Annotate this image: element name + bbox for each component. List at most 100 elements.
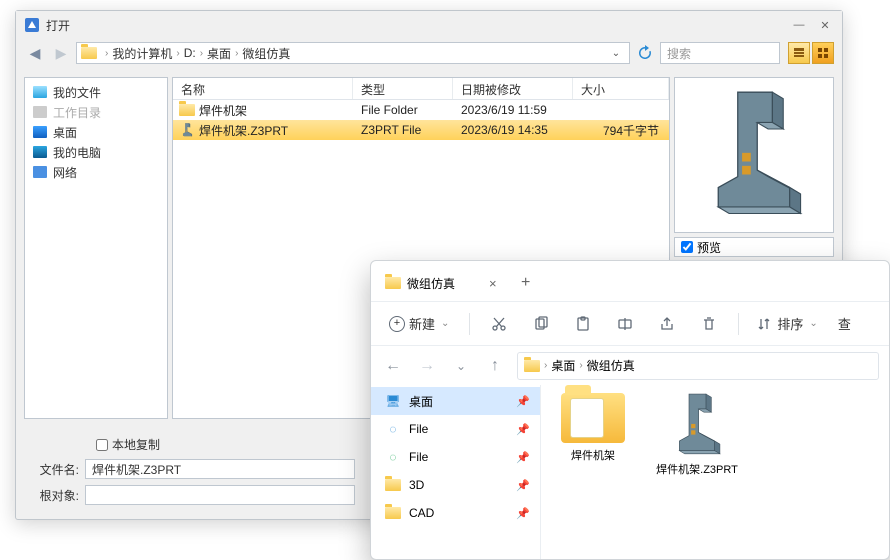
- share-button[interactable]: [648, 308, 686, 340]
- folder-icon: [385, 507, 401, 519]
- places-item[interactable]: 网络: [25, 162, 167, 182]
- explorer-sidebar-item[interactable]: 3D 📌: [371, 471, 540, 499]
- sidebar-item-label: 3D: [409, 478, 424, 492]
- places-item[interactable]: 我的文件: [25, 82, 167, 102]
- part-icon: [665, 393, 729, 457]
- explorer-toolbar: + 新建 ⌄ 排序 ⌄ 查: [371, 301, 889, 345]
- breadcrumb-segment[interactable]: 我的计算机: [112, 45, 172, 62]
- preview-thumbnail: [674, 77, 834, 233]
- file-row[interactable]: 焊件机架File Folder2023/6/19 11:59: [173, 100, 669, 120]
- explorer-sidebar-item[interactable]: ◌File📌: [371, 415, 540, 443]
- place-label: 我的电脑: [53, 144, 101, 161]
- search-input[interactable]: 搜索: [660, 42, 780, 64]
- places-item[interactable]: 桌面: [25, 122, 167, 142]
- sidebar-item-label: File: [409, 450, 428, 464]
- place-label: 桌面: [53, 124, 77, 141]
- part-icon: [179, 123, 195, 137]
- explorer-content[interactable]: 焊件机架焊件机架.Z3PRT: [541, 385, 889, 559]
- view-button[interactable]: 查: [830, 308, 853, 340]
- file-icon: ◌: [385, 450, 401, 464]
- explorer-tabstrip: 微组仿真 × +: [371, 261, 889, 301]
- file-name: 焊件机架.Z3PRT: [199, 122, 288, 139]
- explorer-sidebar-item[interactable]: 🖥桌面📌: [371, 387, 540, 415]
- breadcrumb-segment[interactable]: 桌面: [551, 357, 575, 374]
- address-bar[interactable]: › 我的计算机 › D: › 桌面 › 微组仿真 ⌄: [76, 42, 630, 64]
- preview-label: 预览: [697, 239, 721, 256]
- sidebar-item-label: File: [409, 422, 428, 436]
- nav-back-button[interactable]: ←: [381, 354, 405, 378]
- sort-button[interactable]: 排序 ⌄: [749, 308, 825, 340]
- dialog-places-sidebar: 我的文件工作目录桌面我的电脑网络: [24, 77, 168, 419]
- cut-button[interactable]: [480, 308, 518, 340]
- paste-button[interactable]: [564, 308, 602, 340]
- preview-checkbox[interactable]: [681, 241, 693, 253]
- nav-forward-button[interactable]: ▶: [50, 42, 72, 64]
- nav-up-button[interactable]: ↑: [483, 354, 507, 378]
- explorer-nav-row: ← → ⌄ ↑ › 桌面 › 微组仿真: [371, 345, 889, 385]
- dialog-title: 打开: [46, 17, 790, 34]
- new-tab-button[interactable]: +: [511, 274, 541, 292]
- file-date: 2023/6/19 11:59: [453, 103, 573, 117]
- place-icon: [33, 106, 47, 118]
- view-mode-button-2[interactable]: [812, 42, 834, 64]
- root-object-input[interactable]: [85, 485, 355, 505]
- dialog-titlebar[interactable]: 打开 — ✕: [16, 11, 842, 39]
- root-object-label: 根对象:: [24, 487, 79, 504]
- nav-back-button[interactable]: ◀: [24, 42, 46, 64]
- pin-icon: 📌: [516, 479, 530, 492]
- explorer-address-bar[interactable]: › 桌面 › 微组仿真: [517, 352, 879, 380]
- file-name: 焊件机架: [199, 102, 247, 119]
- nav-recent-button[interactable]: ⌄: [449, 354, 473, 378]
- places-item[interactable]: 我的电脑: [25, 142, 167, 162]
- tab-close-button[interactable]: ×: [489, 276, 497, 291]
- column-size[interactable]: 大小: [573, 78, 669, 99]
- breadcrumb-segment[interactable]: 微组仿真: [242, 45, 290, 62]
- filename-input[interactable]: 焊件机架.Z3PRT: [85, 459, 355, 479]
- delete-button[interactable]: [690, 308, 728, 340]
- nav-forward-button[interactable]: →: [415, 354, 439, 378]
- place-label: 我的文件: [53, 84, 101, 101]
- folder-icon: [385, 479, 401, 491]
- pin-icon: 📌: [516, 451, 530, 464]
- file-list-header[interactable]: 名称 类型 日期被修改 大小: [173, 78, 669, 100]
- rename-button[interactable]: [606, 308, 644, 340]
- breadcrumb-segment[interactable]: 桌面: [207, 45, 231, 62]
- column-type[interactable]: 类型: [353, 78, 453, 99]
- chevron-right-icon: ›: [235, 48, 238, 59]
- explorer-tab[interactable]: 微组仿真 ×: [377, 267, 509, 299]
- filename-label: 文件名:: [24, 461, 79, 478]
- chevron-right-icon: ›: [176, 48, 179, 59]
- places-item[interactable]: 工作目录: [25, 102, 167, 122]
- column-name[interactable]: 名称: [173, 78, 353, 99]
- file-row[interactable]: 焊件机架.Z3PRTZ3PRT File2023/6/19 14:35794千字…: [173, 120, 669, 140]
- place-icon: [33, 86, 47, 98]
- minimize-button[interactable]: —: [790, 17, 808, 33]
- pin-icon: 📌: [516, 395, 530, 408]
- explorer-sidebar-item[interactable]: ◌ File 📌: [371, 443, 540, 471]
- refresh-button[interactable]: [634, 42, 656, 64]
- folder-icon: [524, 360, 540, 372]
- preview-checkbox-row[interactable]: 预览: [674, 237, 834, 257]
- explorer-sidebar-item[interactable]: CAD📌: [371, 499, 540, 527]
- app-icon: [24, 17, 40, 33]
- file-size: 794千字节: [573, 122, 669, 139]
- column-date[interactable]: 日期被修改: [453, 78, 573, 99]
- explorer-tile[interactable]: 焊件机架.Z3PRT: [651, 393, 743, 477]
- place-icon: [33, 166, 47, 178]
- local-copy-checkbox[interactable]: [96, 439, 108, 451]
- close-button[interactable]: ✕: [816, 17, 834, 33]
- place-label: 工作目录: [53, 104, 101, 121]
- new-button[interactable]: + 新建 ⌄: [379, 308, 459, 340]
- explorer-tile[interactable]: 焊件机架: [547, 393, 639, 463]
- chevron-down-icon: ⌄: [809, 318, 817, 329]
- address-dropdown-icon[interactable]: ⌄: [607, 48, 625, 59]
- sidebar-item-label: 桌面: [409, 393, 433, 410]
- pin-icon: 📌: [516, 423, 530, 436]
- place-icon: [33, 126, 47, 138]
- tab-title: 微组仿真: [407, 275, 455, 292]
- plus-icon: +: [389, 316, 405, 332]
- copy-button[interactable]: [522, 308, 560, 340]
- breadcrumb-segment[interactable]: D:: [184, 46, 196, 60]
- breadcrumb-segment[interactable]: 微组仿真: [587, 357, 635, 374]
- view-mode-button-1[interactable]: [788, 42, 810, 64]
